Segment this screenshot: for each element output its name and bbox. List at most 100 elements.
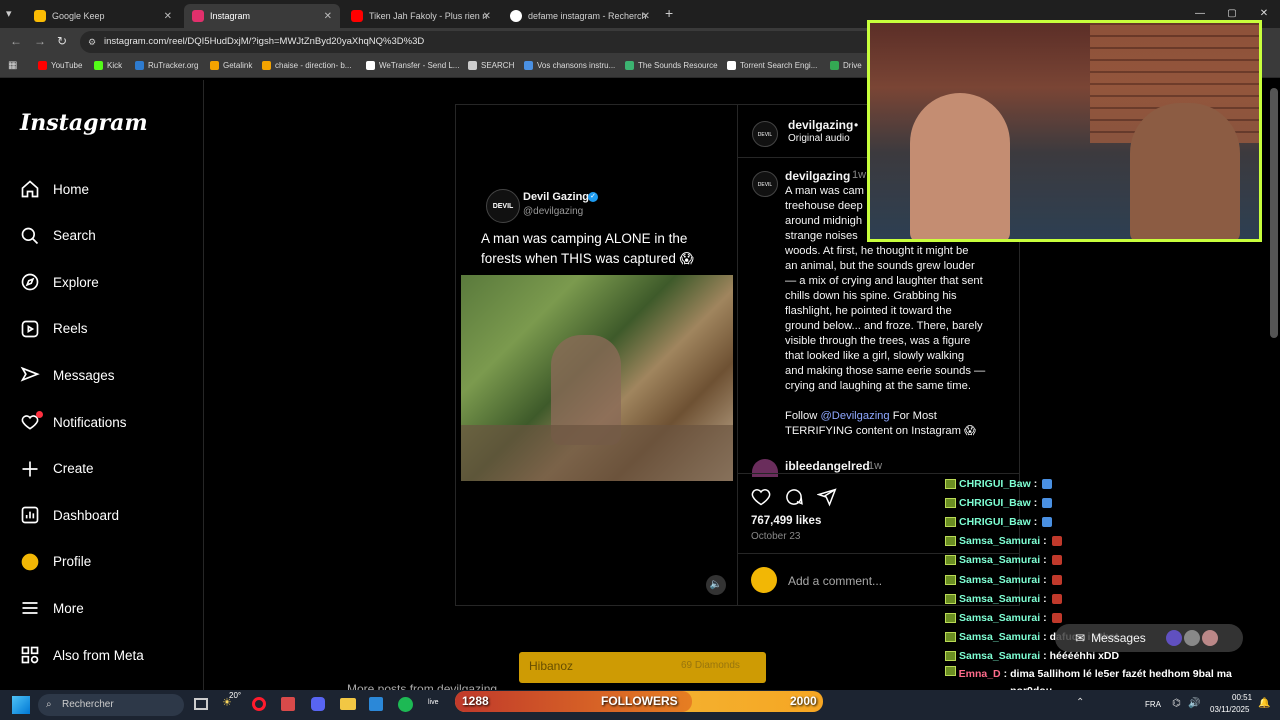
clock-date[interactable]: 03/11/2025 — [1210, 705, 1249, 714]
taskbar-search-input[interactable]: ⌕ Rechercher — [38, 694, 184, 716]
new-tab-button[interactable]: + — [665, 5, 673, 21]
follow-handle-link[interactable]: @Devilgazing — [820, 410, 889, 422]
bookmark-item[interactable]: Vos chansons instru... — [524, 61, 615, 70]
chevron-up-icon[interactable]: ⌃ — [1076, 697, 1084, 708]
avatar — [1201, 630, 1218, 646]
chat-username[interactable]: Samsa_Samurai — [959, 554, 1040, 566]
tab-youtube[interactable]: Tiken Jah Fakoly - Plus rien ne ✕ — [343, 4, 499, 28]
followers-label: FOLLOWERS — [601, 694, 678, 708]
tab-instagram[interactable]: Instagram ✕ — [184, 4, 340, 28]
bookmark-item[interactable]: Getalink — [210, 61, 252, 70]
search-icon: ⌕ — [46, 699, 52, 710]
caption-line: woods. At first, he thought it might be — [785, 245, 969, 257]
sidebar-item-messages[interactable]: Messages — [20, 361, 115, 389]
chat-username[interactable]: Samsa_Samurai — [959, 631, 1040, 643]
chat-separator: : — [1043, 592, 1047, 605]
back-icon[interactable]: ← — [10, 34, 22, 48]
chat-username[interactable]: Samsa_Samurai — [959, 593, 1040, 605]
bookmark-item[interactable]: chaise - direction- b... — [262, 61, 351, 70]
chat-username[interactable]: Samsa_Samurai — [959, 574, 1040, 586]
language-indicator[interactable]: FRA — [1145, 700, 1161, 709]
bookmark-item[interactable]: Drive — [830, 61, 862, 70]
apps-icon[interactable]: ▦ — [8, 60, 17, 71]
bookmark-item[interactable]: YouTube — [38, 61, 82, 70]
avatar-icon — [20, 552, 40, 572]
sidebar-item-search[interactable]: Search — [20, 222, 96, 250]
chat-username[interactable]: CHRIGUI_Baw — [959, 497, 1031, 509]
chat-emote-icon — [1051, 612, 1062, 623]
sidebar-item-label: Messages — [53, 367, 115, 383]
google-keep-icon — [34, 10, 46, 22]
reel-media[interactable]: DEVIL Devil Gazing ✓ @devilgazing A man … — [456, 105, 738, 605]
opera-icon[interactable] — [252, 697, 266, 711]
chat-username[interactable]: CHRIGUI_Baw — [959, 478, 1031, 490]
header-audio[interactable]: Original audio — [788, 133, 850, 144]
chat-badge-icon — [945, 632, 956, 643]
instagram-logo[interactable]: Instagram — [20, 110, 148, 136]
bookmark-item[interactable]: SEARCH — [468, 61, 514, 70]
sidebar-item-also-from-meta[interactable]: Also from Meta — [20, 641, 144, 669]
chat-username[interactable]: Emna_D — [959, 666, 1001, 683]
chat-username[interactable]: Samsa_Samurai — [959, 612, 1040, 624]
mute-button[interactable]: 🔈 — [706, 575, 726, 595]
sidebar-item-more[interactable]: More — [20, 594, 84, 622]
follow-line2: TERRIFYING content on Instagram 😱 — [785, 425, 976, 437]
sidebar-item-notifications[interactable]: Notifications — [20, 408, 127, 436]
caption-line: ground below... and froze. There, barely — [785, 320, 983, 332]
bookmark-item[interactable]: WeTransfer - Send L... — [366, 61, 459, 70]
sidebar-item-home[interactable]: Home — [20, 175, 89, 203]
close-icon[interactable]: ✕ — [642, 11, 650, 22]
likes-count[interactable]: 767,499 likes — [751, 515, 821, 527]
messages-pill[interactable]: ✉ Messages — [1055, 624, 1243, 652]
chat-username[interactable]: CHRIGUI_Baw — [959, 516, 1031, 528]
scrollbar[interactable] — [1270, 88, 1278, 338]
sidebar-item-create[interactable]: Create — [20, 455, 94, 483]
app-icon[interactable] — [281, 697, 295, 711]
notification-bell-icon[interactable]: 🔔 — [1258, 698, 1270, 709]
comment-input[interactable]: Add a comment... — [788, 574, 882, 588]
site-info-icon[interactable]: ⚙ — [88, 31, 96, 53]
tab-search-icon[interactable]: ▾ — [6, 7, 12, 20]
chat-username[interactable]: Samsa_Samurai — [959, 535, 1040, 547]
close-icon[interactable]: ✕ — [483, 11, 491, 22]
bookmark-item[interactable]: Kick — [94, 61, 122, 70]
sidebar-item-dashboard[interactable]: Dashboard — [20, 501, 119, 529]
folder-icon[interactable] — [340, 698, 356, 710]
sidebar-item-reels[interactable]: Reels — [20, 315, 88, 343]
reel-video-frame[interactable] — [461, 275, 733, 481]
volume-icon[interactable]: 🔊 — [1188, 698, 1200, 709]
header-avatar[interactable]: DEVIL — [752, 121, 778, 147]
close-icon[interactable]: ✕ — [324, 11, 332, 22]
share-icon[interactable] — [817, 487, 837, 507]
bookmark-item[interactable]: Torrent Search Engi... — [727, 61, 817, 70]
caption-username[interactable]: devilgazing — [785, 169, 850, 183]
live-icon[interactable]: live — [428, 699, 439, 706]
header-username[interactable]: devilgazing — [788, 118, 853, 132]
comment-username[interactable]: ibleedangelred — [785, 459, 870, 473]
sidebar-item-explore[interactable]: Explore — [20, 268, 99, 296]
caption-avatar[interactable]: DEVIL — [752, 171, 778, 197]
comment-icon[interactable] — [784, 487, 804, 507]
like-heart-icon[interactable] — [751, 487, 771, 507]
app-icon[interactable] — [369, 697, 383, 711]
task-view-icon[interactable] — [194, 698, 208, 710]
close-icon[interactable]: ✕ — [164, 11, 172, 22]
clock-time[interactable]: 00:51 — [1232, 693, 1252, 702]
chat-emote-icon — [1051, 593, 1062, 604]
reload-icon[interactable]: ↻ — [57, 34, 67, 48]
discord-icon[interactable] — [311, 697, 325, 711]
tab-google-keep[interactable]: Google Keep ✕ — [26, 4, 180, 28]
forward-icon[interactable]: → — [34, 34, 46, 48]
comment-avatar[interactable] — [752, 459, 778, 477]
chat-message: Samsa_Samurai: — [945, 589, 1275, 608]
chat-separator: : — [1033, 496, 1038, 509]
chat-username[interactable]: Samsa_Samurai — [959, 650, 1040, 662]
chat-badge-icon — [945, 555, 956, 566]
bookmark-item[interactable]: The Sounds Resource — [625, 61, 718, 70]
network-icon[interactable]: ⌬ — [1172, 698, 1181, 709]
sidebar-item-profile[interactable]: Profile — [20, 548, 91, 576]
tab-google-search[interactable]: defame instagram - Recherche ✕ — [502, 4, 658, 28]
bookmark-item[interactable]: RuTracker.org — [135, 61, 198, 70]
spotify-icon[interactable] — [398, 697, 413, 712]
windows-start-icon[interactable] — [12, 696, 30, 714]
